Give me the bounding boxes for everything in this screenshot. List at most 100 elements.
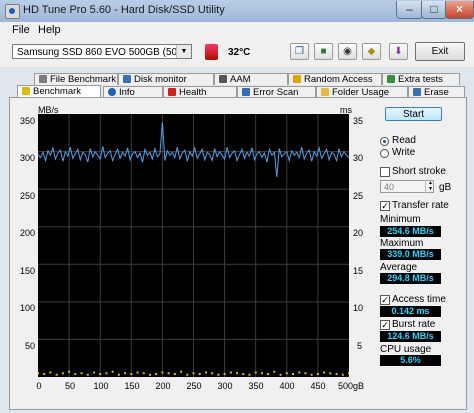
x-tick: 250 — [186, 381, 202, 391]
x-tick: 300 — [217, 381, 233, 391]
access-time-point — [61, 372, 64, 375]
access-time-point — [292, 372, 295, 375]
y-left-tick: 50 — [24, 341, 35, 351]
transfer-rate-checkbox[interactable]: ✓ — [380, 201, 390, 211]
camera-icon: ◉ — [343, 46, 352, 57]
access-time-point — [74, 372, 77, 375]
access-time-point — [38, 372, 39, 375]
access-time-point — [155, 372, 158, 375]
access-time-point — [254, 371, 257, 374]
access-time-point — [335, 372, 338, 375]
access-time-point — [86, 373, 89, 376]
minimize-button[interactable]: – — [396, 1, 423, 19]
access-time-point — [136, 371, 139, 374]
minimum-value: 254.6 MB/s — [380, 226, 441, 237]
y-right-tick: 35 — [353, 116, 364, 126]
benchmark-icon — [22, 87, 30, 95]
access-time-point — [117, 373, 120, 376]
write-radio[interactable] — [380, 149, 389, 158]
app-window: HD Tune Pro 5.60 - Hard Disk/SSD Utility… — [0, 0, 474, 413]
access-time-point — [304, 372, 307, 375]
maximum-value: 339.0 MB/s — [380, 249, 441, 260]
y-left-tick: 300 — [19, 153, 35, 163]
access-time-point — [105, 372, 108, 375]
x-tick: 150 — [124, 381, 140, 391]
exit-button[interactable]: Exit — [415, 42, 465, 61]
access-time-point — [43, 372, 46, 375]
maximum-label: Maximum — [380, 238, 424, 249]
title-bar: HD Tune Pro 5.60 - Hard Disk/SSD Utility… — [0, 0, 474, 22]
access-time-point — [298, 371, 301, 374]
access-time-point — [148, 373, 151, 376]
access-time-point — [124, 372, 127, 375]
read-radio[interactable] — [380, 137, 389, 146]
average-label: Average — [380, 262, 418, 273]
tab-disk-monitor[interactable]: Disk monitor — [118, 73, 214, 85]
tab-aam[interactable]: AAM — [214, 73, 288, 85]
download-icon: ⬇ — [394, 46, 403, 57]
access-time-point — [285, 372, 288, 375]
access-time-point — [204, 371, 207, 374]
file-benchmark-icon — [39, 75, 47, 83]
access-time-point — [68, 370, 71, 373]
access-time-point — [248, 373, 251, 376]
access-time-point — [242, 372, 245, 375]
drive-select[interactable]: Samsung SSD 860 EVO 500GB (500 gB) ▼ — [12, 44, 192, 59]
tab-random-access[interactable]: Random Access — [288, 73, 382, 85]
access-time-point — [341, 373, 344, 376]
download-button[interactable]: ⬇ — [389, 43, 408, 60]
save-icon: ■ — [320, 46, 327, 57]
cpu-usage-label: CPU usage — [380, 344, 432, 355]
access-time-label: Access time — [392, 294, 446, 305]
x-tick: 450 — [310, 381, 326, 391]
transfer-rate-label: Transfer rate — [392, 200, 449, 211]
tab-extra-tests[interactable]: Extra tests — [382, 73, 460, 85]
screenshot-button[interactable]: ◉ — [338, 43, 357, 60]
y-left-tick: 350 — [19, 116, 35, 126]
access-time-point — [161, 371, 164, 374]
access-time-point — [80, 372, 83, 375]
start-button[interactable]: Start — [385, 107, 442, 121]
x-tick: 350 — [248, 381, 264, 391]
short-stroke-unit: gB — [439, 182, 452, 193]
y-right-tick: 30 — [353, 153, 364, 163]
copy-button[interactable]: ❐ — [290, 43, 309, 60]
options-button[interactable]: ◆ — [362, 43, 381, 60]
tag-icon: ◆ — [367, 46, 376, 57]
access-time-checkbox[interactable]: ✓ — [380, 295, 390, 305]
close-button[interactable]: × — [445, 1, 474, 19]
access-time-point — [211, 372, 214, 375]
health-plus-icon — [168, 88, 176, 96]
access-time-point — [217, 373, 220, 376]
y-left-tick: 200 — [19, 228, 35, 238]
access-time-point — [173, 372, 176, 375]
extra-tests-icon — [387, 75, 395, 83]
menu-help[interactable]: Help — [38, 24, 61, 36]
folder-icon — [321, 88, 329, 96]
access-time-point — [92, 371, 95, 374]
short-stroke-spinner[interactable]: ▲ ▼ — [425, 180, 435, 193]
access-time-point — [229, 371, 232, 374]
drive-select-value: Samsung SSD 860 EVO 500GB (500 gB) — [17, 47, 192, 58]
short-stroke-checkbox[interactable] — [380, 167, 390, 177]
y-right-tick: 10 — [353, 303, 364, 313]
x-tick: 400 — [279, 381, 295, 391]
speaker-icon — [219, 75, 227, 83]
save-button[interactable]: ■ — [314, 43, 333, 60]
x-tick: 500gB — [337, 381, 365, 391]
random-access-icon — [293, 75, 301, 83]
erase-icon — [413, 88, 421, 96]
maximize-button[interactable]: □ — [421, 1, 447, 19]
burst-rate-checkbox[interactable]: ✓ — [380, 320, 390, 330]
error-scan-icon — [242, 88, 250, 96]
y-right-tick: 5 — [357, 341, 363, 351]
y-left-tick: 250 — [19, 191, 35, 201]
y-left-tick: 100 — [19, 303, 35, 313]
tab-file-benchmark[interactable]: File Benchmark — [34, 73, 118, 85]
access-time-point — [49, 371, 52, 374]
y-left-tick: 150 — [19, 266, 35, 276]
short-stroke-label: Short stroke — [392, 166, 446, 177]
x-tick: 200 — [155, 381, 171, 391]
menu-file[interactable]: File — [12, 24, 30, 36]
thermometer-icon — [205, 44, 218, 60]
